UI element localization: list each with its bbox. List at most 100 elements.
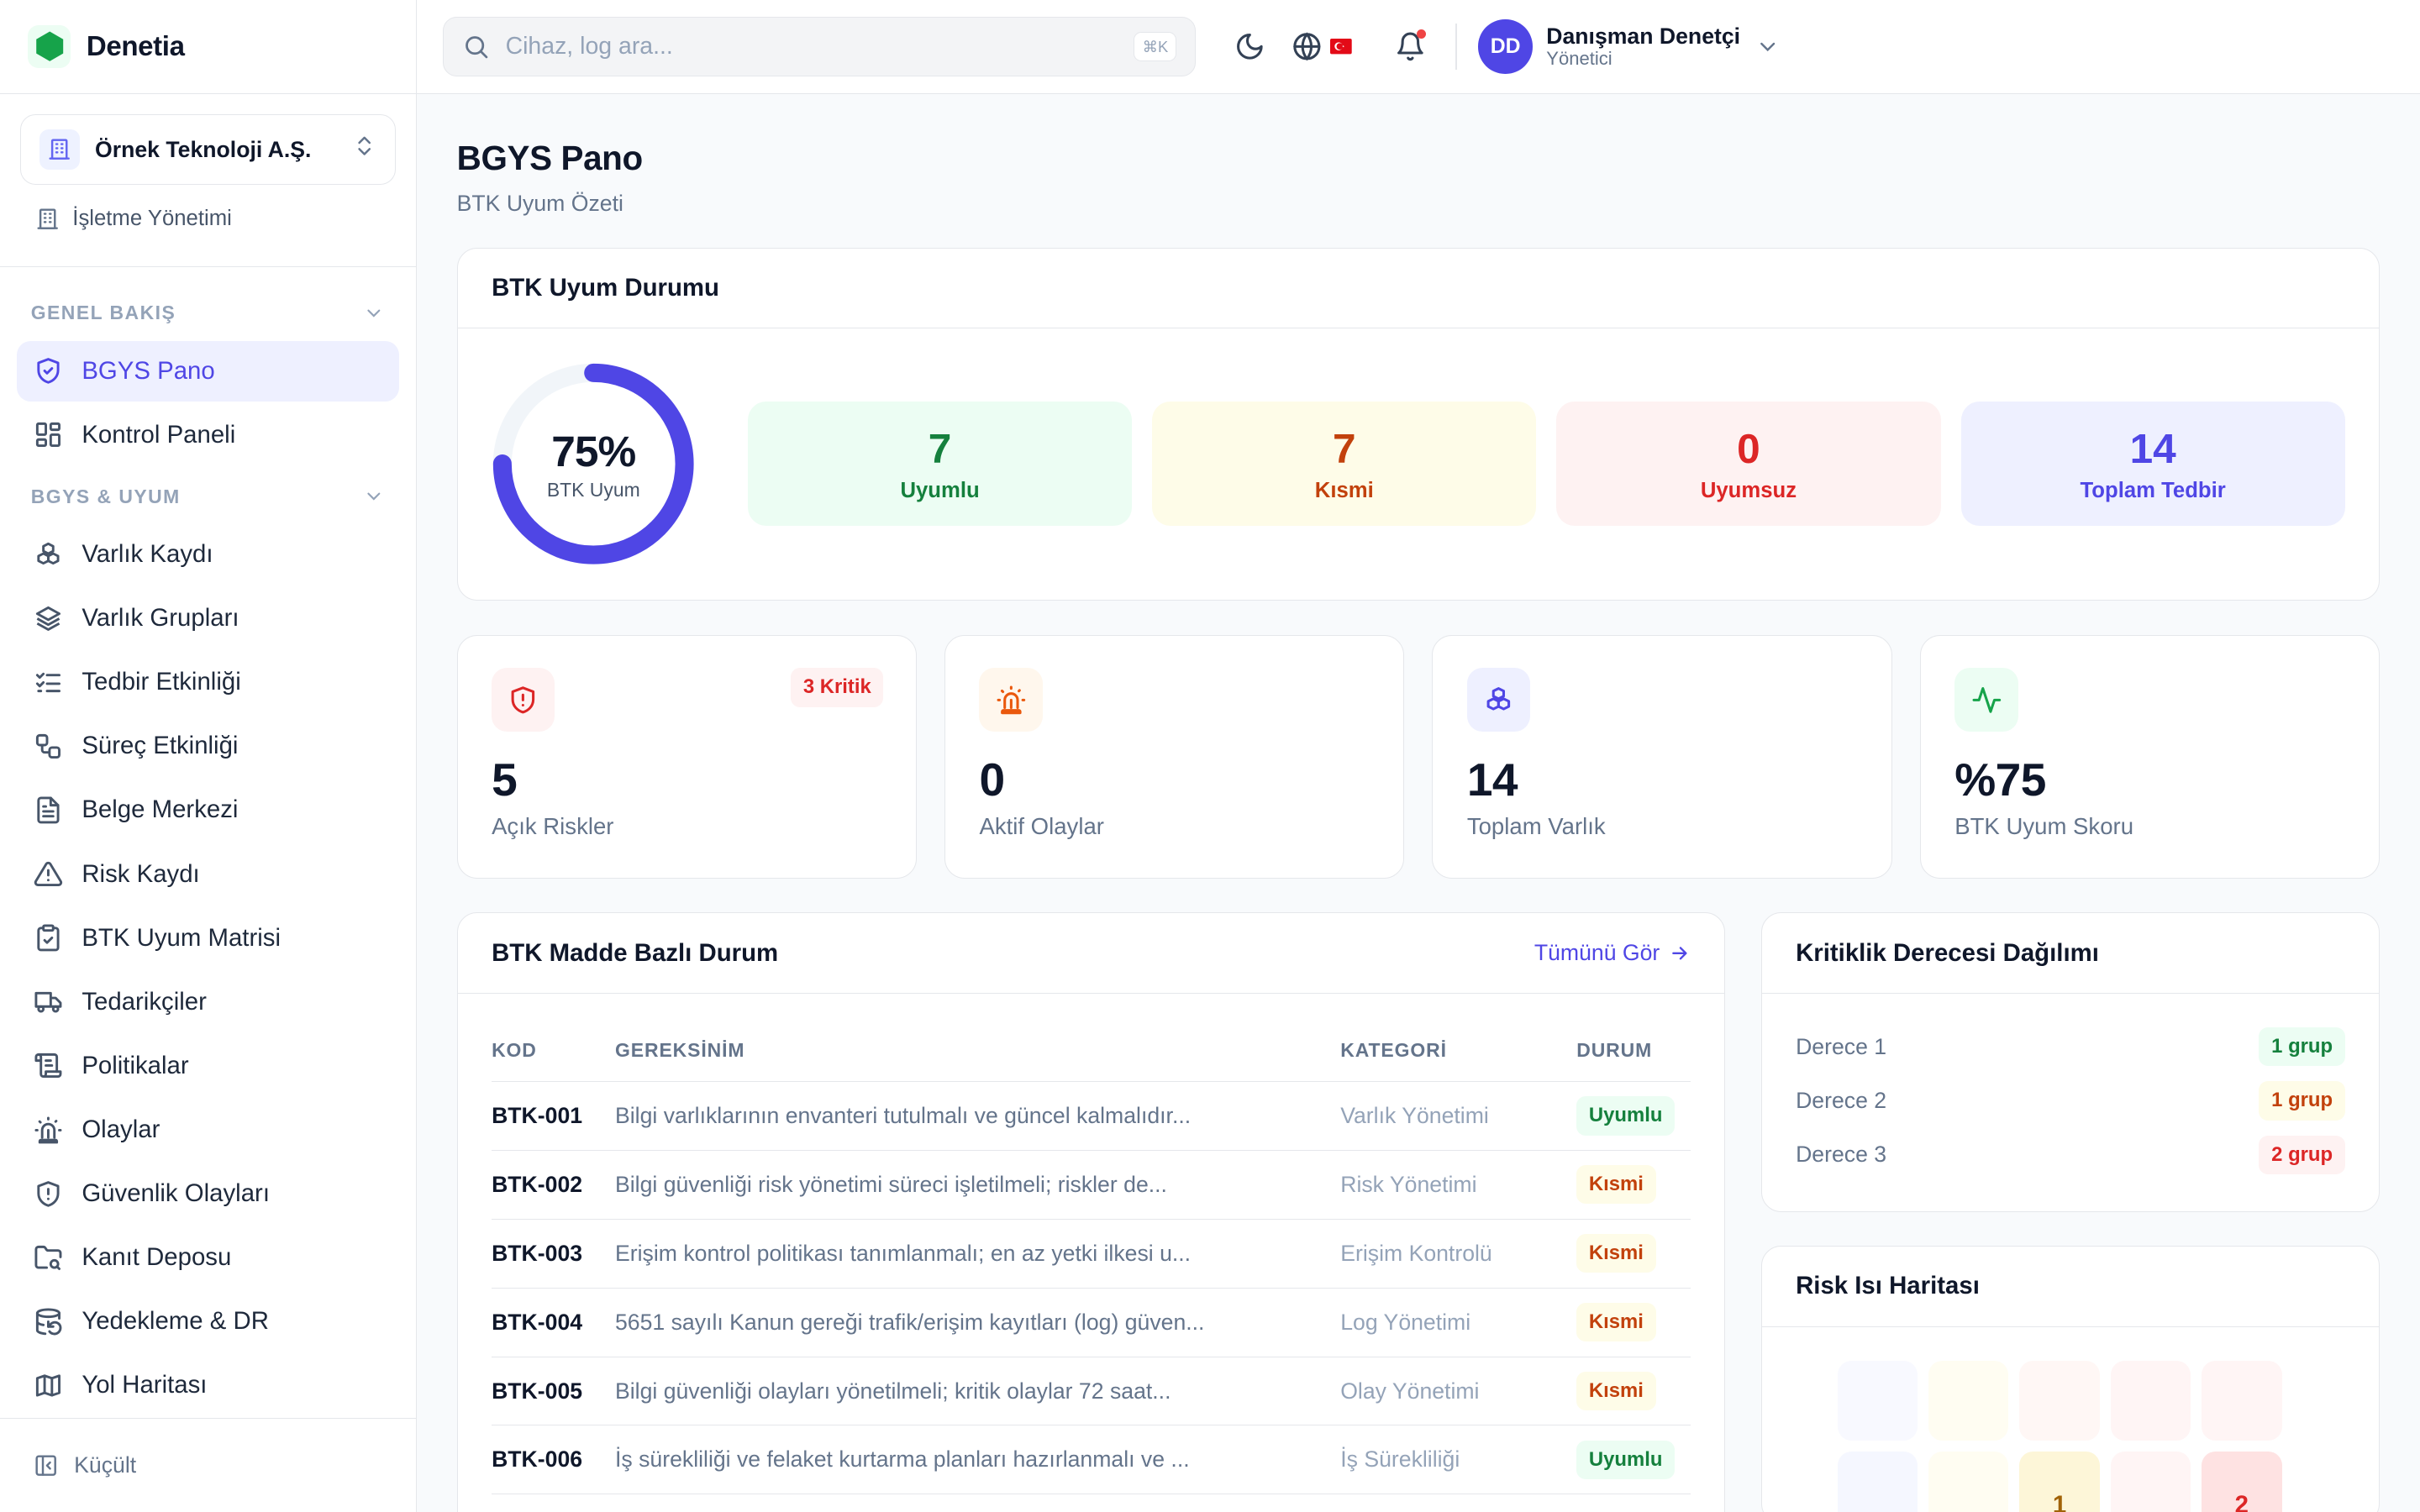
sidebar-item-tedarikciler[interactable]: Tedarikçiler: [17, 972, 399, 1032]
collapse-sidebar-button[interactable]: Küçült: [0, 1417, 416, 1512]
btk-article-table-card: BTK Madde Bazlı Durum Tümünü Gör KOD GER…: [456, 912, 1726, 1512]
stat-noncompliant[interactable]: 0 Uyumsuz: [1556, 401, 1941, 527]
warning-triangle-icon: [34, 862, 63, 887]
stat-label: Uyumlu: [900, 479, 980, 503]
sidebar-item-btk-uyum-matrisi[interactable]: BTK Uyum Matrisi: [17, 908, 399, 969]
kpi-icon-wrap: [979, 668, 1043, 732]
heatmap-cell[interactable]: 2: [2202, 1452, 2282, 1512]
row-category: Risk Yönetimi: [1340, 1150, 1577, 1220]
workflow-icon: [36, 733, 61, 759]
user-role: Yönetici: [1546, 48, 1612, 70]
stat-label: Uyumsuz: [1700, 479, 1797, 503]
table-row[interactable]: BTK-005 Bilgi güvenliği olayları yönetilm…: [492, 1357, 1691, 1426]
sidebar-item-yol-haritasi[interactable]: Yol Haritası: [17, 1356, 399, 1416]
sidebar-item-olaylar[interactable]: Olaylar: [17, 1100, 399, 1160]
sidebar-item-risk-kaydi[interactable]: Risk Kaydı: [17, 844, 399, 905]
org-management-label: İşletme Yönetimi: [72, 207, 232, 231]
sidebar-item-tedbir-etkinligi[interactable]: Tedbir Etkinliği: [17, 652, 399, 712]
sidebar-item-kontrol-paneli[interactable]: Kontrol Paneli: [17, 405, 399, 465]
status-badge: Kısmi: [1576, 1234, 1656, 1273]
sidebar-item-guvenlik-olaylari[interactable]: Güvenlik Olayları: [17, 1163, 399, 1224]
heatmap-cell[interactable]: [1928, 1452, 2009, 1512]
status-badge: Kısmi: [1576, 1302, 1656, 1342]
card-title: Kritiklik Derecesi Dağılımı: [1796, 938, 2099, 967]
theme-toggle-button[interactable]: [1227, 24, 1273, 70]
row-code: BTK-002: [492, 1150, 615, 1220]
column-header-status[interactable]: DURUM: [1576, 1020, 1691, 1082]
nav-section-overview[interactable]: GENEL BAKIŞ: [17, 286, 399, 341]
siren-icon: [34, 1116, 62, 1143]
sidebar-item-label: Politikalar: [82, 1051, 189, 1079]
kpi-icon-wrap: [1466, 668, 1531, 732]
sidebar-item-varlik-kaydi[interactable]: Varlık Kaydı: [17, 524, 399, 585]
column-header-category[interactable]: KATEGORİ: [1340, 1020, 1577, 1082]
globe-icon: [1293, 32, 1321, 61]
column-header-requirement[interactable]: GEREKSİNİM: [614, 1020, 1341, 1082]
stat-total-controls[interactable]: 14 Toplam Tedbir: [1960, 401, 2345, 527]
card-header: BTK Uyum Durumu: [457, 249, 2380, 329]
stat-partial[interactable]: 7 Kısmi: [1152, 401, 1537, 527]
status-boxes: 7 Uyumlu 7 Kısmi 0 Uyumsuz 14 Toplam Ted…: [747, 401, 2345, 527]
table-row[interactable]: BTK-004 5651 sayılı Kanun gereği trafik/e…: [492, 1288, 1691, 1357]
heatmap-cell[interactable]: [1837, 1360, 1918, 1441]
table-row[interactable]: BTK-003 Erişim kontrol politikası tanımla…: [492, 1219, 1691, 1289]
heatmap-cell[interactable]: [2110, 1360, 2191, 1441]
compliance-percent-caption: BTK Uyum: [546, 479, 640, 501]
table-row[interactable]: BTK-002 Bilgi güvenliği risk yönetimi sür…: [492, 1150, 1691, 1220]
heatmap-cell[interactable]: [1928, 1360, 2009, 1441]
row-requirement: İş sürekliliği ve felaket kurtarma planl…: [614, 1425, 1341, 1495]
sidebar-item-varlik-gruplari[interactable]: Varlık Grupları: [17, 588, 399, 648]
compliance-donut: 75% BTK Uyum: [492, 362, 695, 565]
org-section: Örnek Teknoloji A.Ş. İşletme Yönetimi: [0, 94, 416, 267]
view-all-link[interactable]: Tümünü Gör: [1534, 940, 1691, 966]
heatmap-cell[interactable]: 1: [2019, 1452, 2100, 1512]
kpi-total-assets[interactable]: 14 Toplam Varlık: [1432, 634, 1892, 879]
criticality-count-badge: 1 grup: [2259, 1026, 2345, 1067]
sidebar-item-label: Yedekleme & DR: [82, 1307, 269, 1336]
sidebar-item-politikalar[interactable]: Politikalar: [17, 1036, 399, 1096]
org-management-link[interactable]: İşletme Yönetimi: [20, 207, 396, 231]
kpi-compliance-score[interactable]: %75 BTK Uyum Skoru: [1919, 634, 2381, 879]
notifications-button[interactable]: [1387, 24, 1434, 70]
sidebar-item-yedekleme-dr[interactable]: Yedekleme & DR: [17, 1292, 399, 1352]
heatmap-cell[interactable]: [2202, 1360, 2282, 1441]
scroll-icon: [34, 1053, 62, 1079]
status-badge: Uyumlu: [1576, 1096, 1676, 1136]
btk-status-table: KOD GEREKSİNİM KATEGORİ DURUM BTK-001 Bil…: [492, 1020, 1691, 1495]
heatmap-cell[interactable]: [2019, 1360, 2100, 1441]
table-row[interactable]: BTK-001 Bilgi varlıklarının envanteri tut…: [492, 1081, 1691, 1151]
sidebar-item-surec-etkinligi[interactable]: Süreç Etkinliği: [17, 717, 399, 777]
org-switcher[interactable]: Örnek Teknoloji A.Ş.: [19, 113, 397, 186]
heatmap-cell[interactable]: [1837, 1452, 1918, 1512]
sidebar-item-bgys-pano[interactable]: BGYS Pano: [17, 340, 399, 402]
sidebar-item-label: Süreç Etkinliği: [82, 732, 239, 760]
stat-compliant[interactable]: 7 Uyumlu: [747, 401, 1133, 527]
table-row[interactable]: BTK-006 İş sürekliliği ve felaket kurtarm…: [492, 1425, 1691, 1495]
search-input[interactable]: [505, 33, 1134, 61]
brand[interactable]: Denetia: [0, 0, 416, 95]
table-body: BTK-001 Bilgi varlıklarının envanteri tut…: [492, 1081, 1691, 1495]
donut-center: 75% BTK Uyum: [492, 362, 695, 565]
sidebar-item-kanit-deposu[interactable]: Kanıt Deposu: [17, 1227, 399, 1288]
sidebar-item-belge-merkezi[interactable]: Belge Merkezi: [17, 780, 399, 841]
search-shortcut-badge: ⌘K: [1134, 32, 1177, 62]
column-header-code[interactable]: KOD: [492, 1020, 615, 1082]
sidebar-item-label: Varlık Grupları: [82, 604, 239, 633]
kpi-active-incidents[interactable]: 0 Aktif Olaylar: [944, 634, 1405, 879]
critical-badge: 3 Kritik: [791, 668, 884, 707]
kpi-value: 0: [979, 753, 1005, 806]
language-button[interactable]: [1292, 24, 1360, 70]
card-title: BTK Madde Bazlı Durum: [492, 938, 779, 967]
user-menu[interactable]: DD Danışman Denetçi Yönetici: [1478, 19, 1780, 74]
search-box[interactable]: ⌘K: [443, 16, 1197, 77]
heatmap-cell[interactable]: [2110, 1452, 2191, 1512]
kpi-value: 14: [1466, 753, 1518, 806]
stat-value: 14: [2129, 424, 2176, 472]
topbar: ⌘K DD Danışman Denetçi Yönetici: [416, 0, 2420, 95]
collapse-label: Küçült: [74, 1452, 137, 1478]
row-category: Erişim Kontrolü: [1340, 1219, 1577, 1289]
kpi-open-risks[interactable]: 3 Kritik 5 Açık Riskler: [456, 634, 917, 879]
status-badge: Kısmi: [1576, 1371, 1656, 1411]
nav-section-compliance[interactable]: BGYS & UYUM: [17, 469, 399, 524]
row-requirement: Bilgi varlıklarının envanteri tutulmalı …: [614, 1081, 1341, 1151]
